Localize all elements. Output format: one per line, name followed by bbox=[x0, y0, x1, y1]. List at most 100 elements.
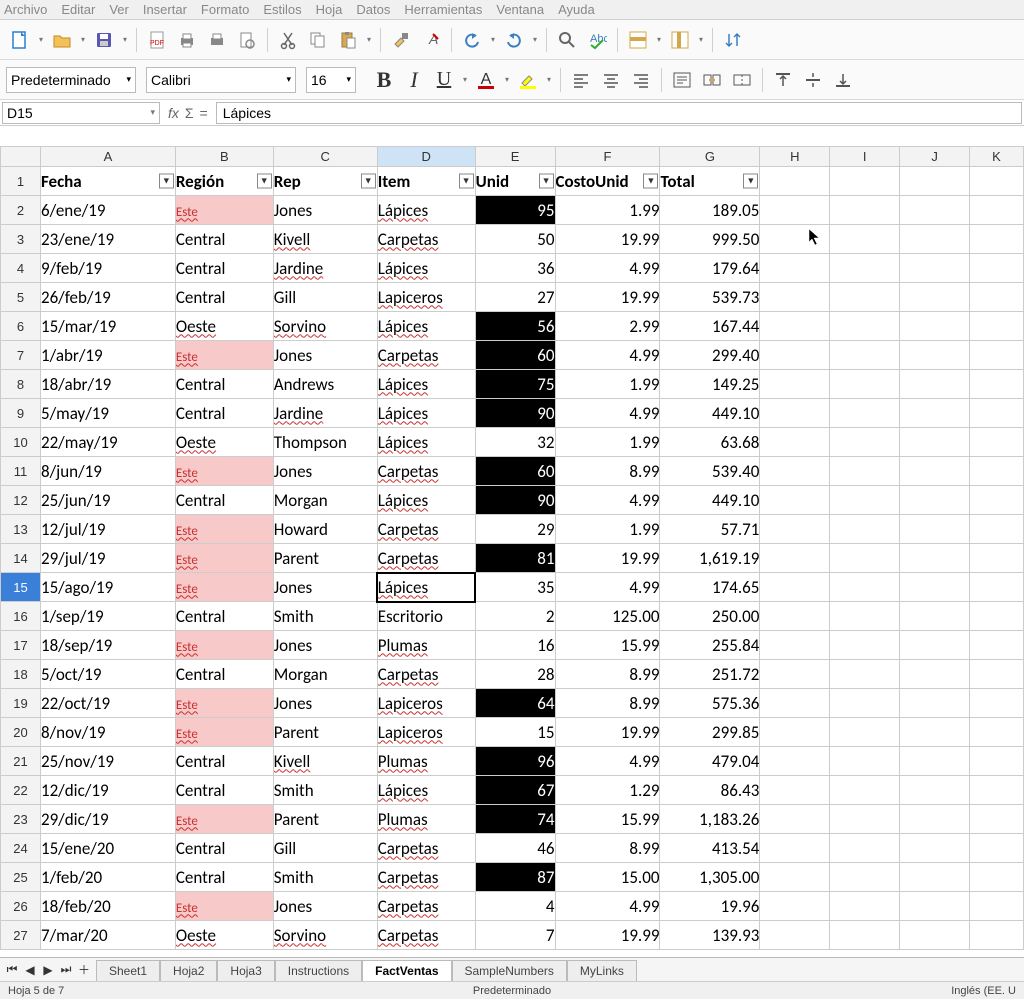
font-color-button[interactable]: A bbox=[472, 66, 500, 94]
cell[interactable]: Lapiceros bbox=[377, 689, 475, 718]
cell[interactable]: Este bbox=[175, 805, 273, 834]
menu-ayuda[interactable]: Ayuda bbox=[558, 2, 595, 17]
sheet-tab-hoja2[interactable]: Hoja2 bbox=[160, 960, 217, 981]
cell[interactable]: 81 bbox=[475, 544, 555, 573]
row-header-23[interactable]: 23 bbox=[1, 805, 41, 834]
table-header-cell[interactable]: Total▼ bbox=[660, 167, 760, 196]
cell[interactable]: Central bbox=[175, 254, 273, 283]
cell[interactable]: 29/dic/19 bbox=[40, 805, 175, 834]
cell[interactable]: 1.99 bbox=[555, 428, 660, 457]
cell[interactable]: 19.96 bbox=[660, 892, 760, 921]
cell[interactable]: Smith bbox=[273, 602, 377, 631]
cell[interactable]: Andrews bbox=[273, 370, 377, 399]
cell[interactable]: 46 bbox=[475, 834, 555, 863]
cell[interactable]: Parent bbox=[273, 544, 377, 573]
col-header-H[interactable]: H bbox=[760, 147, 830, 167]
col-header-F[interactable]: F bbox=[555, 147, 660, 167]
cell[interactable]: 4.99 bbox=[555, 341, 660, 370]
cell[interactable]: Jones bbox=[273, 689, 377, 718]
cell[interactable]: 57.71 bbox=[660, 515, 760, 544]
cell[interactable]: Howard bbox=[273, 515, 377, 544]
cell[interactable]: 67 bbox=[475, 776, 555, 805]
filter-button[interactable]: ▼ bbox=[459, 174, 474, 189]
cell[interactable]: Central bbox=[175, 863, 273, 892]
italic-button[interactable]: I bbox=[400, 66, 428, 94]
sheet-tab-hoja3[interactable]: Hoja3 bbox=[217, 960, 274, 981]
print-preview-button[interactable] bbox=[233, 26, 261, 54]
select-all-corner[interactable] bbox=[1, 147, 41, 167]
cell[interactable]: Lápices bbox=[377, 428, 475, 457]
cell[interactable]: 299.85 bbox=[660, 718, 760, 747]
menu-archivo[interactable]: Archivo bbox=[4, 2, 47, 17]
filter-button[interactable]: ▼ bbox=[257, 174, 272, 189]
cell[interactable]: Lapiceros bbox=[377, 718, 475, 747]
cell[interactable]: Thompson bbox=[273, 428, 377, 457]
row-header-8[interactable]: 8 bbox=[1, 370, 41, 399]
cell[interactable]: Oeste bbox=[175, 428, 273, 457]
row-header-2[interactable]: 2 bbox=[1, 196, 41, 225]
cell[interactable]: 139.93 bbox=[660, 921, 760, 950]
cell[interactable]: 64 bbox=[475, 689, 555, 718]
menu-ventana[interactable]: Ventana bbox=[496, 2, 544, 17]
pdf-export-button[interactable]: PDF bbox=[143, 26, 171, 54]
find-button[interactable] bbox=[553, 26, 581, 54]
cell[interactable]: Carpetas bbox=[377, 457, 475, 486]
tab-first-button[interactable]: ⏮ bbox=[4, 962, 20, 978]
cell[interactable]: Lapiceros bbox=[377, 283, 475, 312]
cell[interactable]: 1,619.19 bbox=[660, 544, 760, 573]
new-doc-dropdown[interactable]: ▾ bbox=[36, 26, 46, 54]
tab-add-button[interactable]: ＋ bbox=[76, 962, 92, 978]
col-header-I[interactable]: I bbox=[830, 147, 900, 167]
cell[interactable]: 4.99 bbox=[555, 747, 660, 776]
font-size-combo[interactable]: 16▾ bbox=[306, 67, 356, 93]
cell[interactable]: Jones bbox=[273, 341, 377, 370]
bold-button[interactable]: B bbox=[370, 66, 398, 94]
cell[interactable]: 50 bbox=[475, 225, 555, 254]
menu-herramientas[interactable]: Herramientas bbox=[404, 2, 482, 17]
cell[interactable]: Morgan bbox=[273, 486, 377, 515]
row-header-7[interactable]: 7 bbox=[1, 341, 41, 370]
sort-button[interactable] bbox=[719, 26, 747, 54]
table-header-cell[interactable]: Región▼ bbox=[175, 167, 273, 196]
cell[interactable]: 251.72 bbox=[660, 660, 760, 689]
cell[interactable]: 15.99 bbox=[555, 805, 660, 834]
cell[interactable]: Carpetas bbox=[377, 660, 475, 689]
cell[interactable]: 8/nov/19 bbox=[40, 718, 175, 747]
col-header-J[interactable]: J bbox=[900, 147, 970, 167]
redo-dropdown[interactable]: ▾ bbox=[530, 26, 540, 54]
insert-row-button[interactable] bbox=[624, 26, 652, 54]
cell[interactable]: 4.99 bbox=[555, 399, 660, 428]
cell[interactable]: 575.36 bbox=[660, 689, 760, 718]
underline-button[interactable]: U bbox=[430, 66, 458, 94]
tab-prev-button[interactable]: ◀ bbox=[22, 962, 38, 978]
cell[interactable]: Este bbox=[175, 689, 273, 718]
cell[interactable]: 8.99 bbox=[555, 834, 660, 863]
cell[interactable]: 19.99 bbox=[555, 283, 660, 312]
cell[interactable]: 60 bbox=[475, 457, 555, 486]
cell[interactable]: 12/jul/19 bbox=[40, 515, 175, 544]
cell[interactable]: 90 bbox=[475, 486, 555, 515]
cell[interactable]: Parent bbox=[273, 718, 377, 747]
cell[interactable]: Carpetas bbox=[377, 863, 475, 892]
cell[interactable]: 18/sep/19 bbox=[40, 631, 175, 660]
row-header-9[interactable]: 9 bbox=[1, 399, 41, 428]
cell[interactable]: Este bbox=[175, 631, 273, 660]
cell[interactable]: Jones bbox=[273, 196, 377, 225]
undo-dropdown[interactable]: ▾ bbox=[488, 26, 498, 54]
insert-row-dropdown[interactable]: ▾ bbox=[654, 26, 664, 54]
copy-button[interactable] bbox=[304, 26, 332, 54]
col-header-A[interactable]: A bbox=[40, 147, 175, 167]
cut-button[interactable] bbox=[274, 26, 302, 54]
cell[interactable]: 19.99 bbox=[555, 921, 660, 950]
row-header-17[interactable]: 17 bbox=[1, 631, 41, 660]
cell[interactable]: 19.99 bbox=[555, 718, 660, 747]
row-header-25[interactable]: 25 bbox=[1, 863, 41, 892]
row-header-5[interactable]: 5 bbox=[1, 283, 41, 312]
cell[interactable]: Parent bbox=[273, 805, 377, 834]
cell[interactable]: 36 bbox=[475, 254, 555, 283]
cell[interactable]: 179.64 bbox=[660, 254, 760, 283]
cell[interactable]: 26/feb/19 bbox=[40, 283, 175, 312]
cell[interactable]: 4.99 bbox=[555, 892, 660, 921]
row-header-13[interactable]: 13 bbox=[1, 515, 41, 544]
row-header-15[interactable]: 15 bbox=[1, 573, 41, 602]
